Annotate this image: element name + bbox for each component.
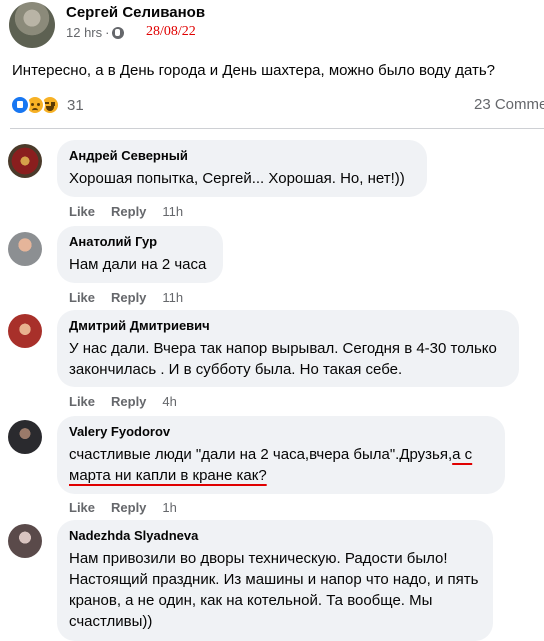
post-author-name[interactable]: Сергей Селиванов	[66, 4, 205, 21]
comment-bubble: Nadezhda Slyadneva Нам привозили во двор…	[57, 520, 493, 641]
reply-button[interactable]: Reply	[111, 290, 146, 305]
reply-button[interactable]: Reply	[111, 500, 146, 515]
commenter-avatar[interactable]	[8, 524, 42, 558]
date-stamp: 28/08/22	[146, 24, 196, 39]
commenter-name[interactable]: Дмитрий Дмитриевич	[69, 318, 507, 334]
commenter-avatar[interactable]	[8, 314, 42, 348]
reply-button[interactable]: Reply	[111, 204, 146, 219]
reaction-count: 31	[67, 96, 84, 114]
post-time[interactable]: 12 hrs	[66, 25, 102, 40]
comment-actions: Like Reply 11h	[69, 290, 183, 305]
divider	[10, 128, 544, 129]
comment-text-line: кранов, а не один, как на котельной. Та …	[69, 592, 433, 609]
like-button[interactable]: Like	[69, 500, 95, 515]
comments-count-link[interactable]: 23 Comme	[474, 96, 544, 113]
comment-actions: Like Reply 4h	[69, 394, 177, 409]
comment-text: Нам привозили во дворы техническую. Радо…	[69, 548, 481, 632]
comment-text-line: Нам привозили во дворы техническую. Радо…	[69, 550, 448, 567]
comment-text: У нас дали. Вчера так напор вырывал. Сег…	[69, 338, 507, 380]
comment-actions: Like Reply 1h	[69, 500, 177, 515]
comment-bubble: Valery Fyodorov счастливые люди "дали на…	[57, 416, 505, 494]
like-button[interactable]: Like	[69, 394, 95, 409]
like-button[interactable]: Like	[69, 290, 95, 305]
comment-time[interactable]: 1h	[162, 500, 176, 515]
commenter-name[interactable]: Андрей Северный	[69, 148, 415, 164]
comment-time[interactable]: 11h	[162, 290, 183, 305]
comment-bubble: Андрей Северный Хорошая попытка, Сергей.…	[57, 140, 427, 197]
commenter-avatar[interactable]	[8, 232, 42, 266]
comment-text: Нам дали на 2 часа	[69, 256, 207, 273]
highlighted-text: марта ни капли в кране как?	[69, 467, 267, 484]
commenter-name[interactable]: Анатолий Гур	[69, 234, 211, 250]
commenter-avatar[interactable]	[8, 420, 42, 454]
commenter-name[interactable]: Valery Fyodorov	[69, 424, 493, 440]
reply-button[interactable]: Reply	[111, 394, 146, 409]
commenter-avatar[interactable]	[8, 144, 42, 178]
comment-text-line: У нас дали. Вчера так напор вырывал. Сег…	[69, 340, 497, 357]
comment-text-line: Настоящий праздник. Из машины и напор чт…	[69, 571, 479, 588]
comment-text: счастливые люди "дали на 2 часа,вчера бы…	[69, 444, 493, 486]
globe-icon	[112, 26, 125, 39]
comment-text-line: счастливые люди "дали на 2 часа,вчера бы…	[69, 444, 493, 465]
comment-bubble: Анатолий Гур Нам дали на 2 часа	[57, 226, 223, 283]
highlighted-text: а с	[452, 446, 473, 463]
post-header: Сергей Селиванов 12 hrs · 28/08/22	[0, 0, 544, 56]
like-button[interactable]: Like	[69, 204, 95, 219]
comment-text-line: счастливы))	[69, 613, 153, 630]
comment-time[interactable]: 4h	[162, 394, 176, 409]
comment-text-line: закончилась . И в субботу была. Но такая…	[69, 361, 403, 378]
reactions-summary[interactable]: 31	[10, 93, 84, 117]
comment-text-part: счастливые люди "дали на 2 часа,вчера бы…	[69, 446, 453, 463]
comment-text: Хорошая попытка, Сергей... Хорошая. Но, …	[69, 170, 405, 187]
post-author-avatar[interactable]	[9, 2, 55, 48]
commenter-name[interactable]: Nadezhda Slyadneva	[69, 528, 481, 544]
post-meta: 12 hrs ·	[66, 25, 125, 40]
comment-time[interactable]: 11h	[162, 204, 183, 219]
comment-bubble: Дмитрий Дмитриевич У нас дали. Вчера так…	[57, 310, 519, 387]
comment-actions: Like Reply 11h	[69, 204, 183, 219]
post-text: Интересно, а в День города и День шахтер…	[12, 62, 495, 79]
meta-separator: ·	[105, 25, 110, 40]
like-reaction-icon	[10, 95, 30, 115]
